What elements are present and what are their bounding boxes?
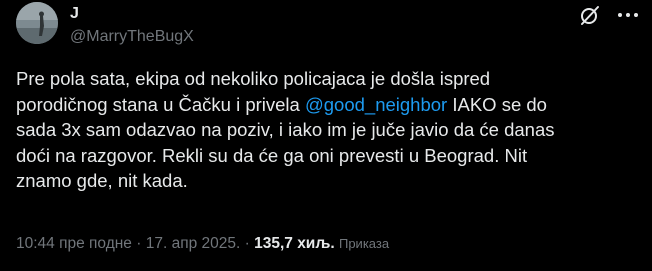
views-count: 135,7 хиљ. xyxy=(254,235,335,252)
tweet-metadata: 10:44 пре подне · 17. апр 2025. · 135,7 … xyxy=(16,234,389,254)
tweet-text: Pre pola sata, ekipa od nekoliko policaj… xyxy=(16,66,638,194)
mention-link[interactable]: @good_neighbor xyxy=(305,94,447,115)
user-handle[interactable]: @MarryTheBugX xyxy=(70,27,194,47)
meta-separator: · xyxy=(131,235,146,252)
more-options-icon[interactable] xyxy=(616,4,640,26)
display-name[interactable]: J xyxy=(70,4,79,24)
views-label: Приказа xyxy=(338,236,390,251)
grok-icon[interactable] xyxy=(579,4,601,26)
tweet: J @MarryTheBugX Pre pola sata, ekipa od … xyxy=(0,0,652,271)
tweet-time[interactable]: 10:44 пре подне xyxy=(16,235,132,252)
meta-separator: · xyxy=(240,235,255,252)
tweet-date[interactable]: 17. апр 2025. xyxy=(146,235,241,252)
avatar[interactable] xyxy=(16,2,58,44)
